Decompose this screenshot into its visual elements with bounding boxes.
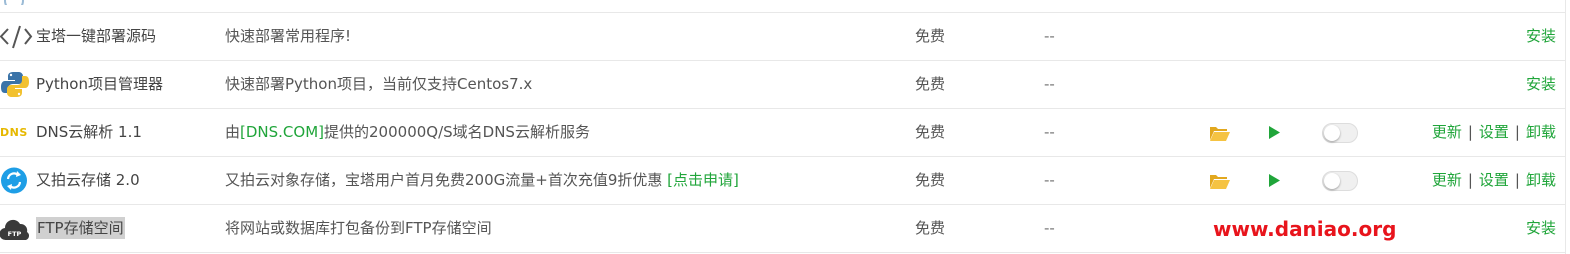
plugin-description: 快速部署Python项目，当前仅支持Centos7.x [225, 75, 533, 93]
install-link[interactable]: 安装 [1526, 219, 1556, 237]
plugin-name: 宝塔一键部署源码 [36, 27, 157, 45]
table-row: 又拍云存储 2.0 又拍云对象存储，宝塔用户首月免费200G流量+首次充值9折优… [0, 157, 1565, 205]
plugin-actions: 更新 | 设置 | 卸载 [1431, 123, 1556, 141]
settings-link[interactable]: 设置 [1479, 123, 1509, 141]
plugin-price: 免费 [915, 171, 946, 189]
dns-icon: DNS [0, 126, 28, 139]
plugin-actions: 安装 [1526, 13, 1556, 60]
ftp-cloud-icon: FTP [0, 219, 29, 241]
install-link[interactable]: 安装 [1526, 75, 1556, 93]
plugin-price: 免费 [915, 123, 946, 141]
watermark-text: www.daniao.org [1213, 217, 1397, 241]
toggle-switch [1322, 122, 1358, 143]
plugin-description: 将网站或数据库打包备份到FTP存储空间 [225, 219, 492, 237]
apply-link[interactable]: [点击申请] [667, 171, 739, 189]
plugin-name: 又拍云存储 2.0 [36, 171, 140, 189]
update-link[interactable]: 更新 [1432, 171, 1462, 189]
start-button[interactable] [1268, 157, 1281, 204]
toggle-switch [1322, 170, 1358, 191]
plugin-name: DNS云解析 1.1 [36, 123, 142, 141]
plugin-description: 又拍云对象存储，宝塔用户首月免费200G流量+首次充值9折优惠 [点击申请] [225, 171, 739, 189]
plugin-name: Python项目管理器 [36, 75, 163, 93]
folder-icon [1210, 174, 1230, 189]
plugin-expire: -- [1044, 75, 1055, 93]
table-row: 宝塔一键部署源码 快速部署常用程序! 免费 -- 安装 [0, 13, 1565, 61]
table-row: Python项目管理器 快速部署Python项目，当前仅支持Centos7.x … [0, 61, 1565, 109]
plugin-actions: 安装 [1526, 61, 1556, 108]
plugin-description: 由[DNS.COM]提供的200000Q/S域名DNS云解析服务 [225, 123, 590, 141]
plugin-name: FTP存储空间 [36, 217, 125, 239]
status-toggle[interactable] [1322, 109, 1358, 156]
folder-icon [1210, 126, 1230, 141]
uninstall-link[interactable]: 卸载 [1526, 171, 1556, 189]
plugin-actions: 安装 [1526, 205, 1556, 252]
status-toggle[interactable] [1322, 157, 1358, 204]
code-icon [0, 25, 33, 49]
start-button[interactable] [1268, 109, 1281, 156]
open-folder-button[interactable] [1209, 157, 1231, 204]
plugin-table: 宝塔一键部署源码 快速部署常用程序! 免费 -- 安装 Python项目管理器 … [0, 0, 1570, 254]
plugin-expire: -- [1044, 219, 1055, 237]
uninstall-link[interactable]: 卸载 [1526, 123, 1556, 141]
upyun-icon [1, 167, 27, 194]
table-row: DNS DNS云解析 1.1 由[DNS.COM]提供的200000Q/S域名D… [0, 109, 1565, 157]
update-link[interactable]: 更新 [1432, 123, 1462, 141]
install-link[interactable]: 安装 [1526, 27, 1556, 45]
plugin-expire: -- [1044, 27, 1055, 45]
open-folder-button[interactable] [1209, 109, 1231, 156]
plugin-expire: -- [1044, 171, 1055, 189]
plugin-expire: -- [1044, 123, 1055, 141]
settings-link[interactable]: 设置 [1479, 171, 1509, 189]
table-row-partial [0, 0, 1565, 13]
dns-com-link[interactable]: [DNS.COM] [240, 123, 324, 141]
play-icon [1269, 174, 1280, 187]
plugin-description: 快速部署常用程序! [225, 27, 352, 45]
table-border [1565, 0, 1566, 254]
plugin-price: 免费 [915, 27, 946, 45]
play-icon [1269, 126, 1280, 139]
plugin-actions: 更新 | 设置 | 卸载 [1431, 171, 1556, 189]
plugin-price: 免费 [915, 219, 946, 237]
plugin-price: 免费 [915, 75, 946, 93]
python-icon [1, 72, 29, 97]
partial-icon [4, 0, 24, 5]
svg-text:FTP: FTP [8, 230, 22, 238]
